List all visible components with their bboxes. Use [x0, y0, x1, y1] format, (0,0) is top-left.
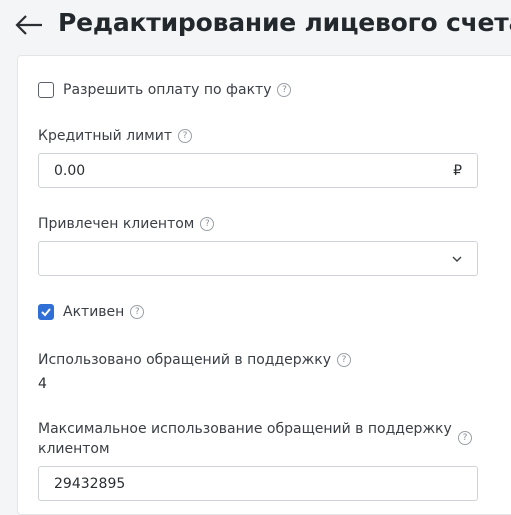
help-icon[interactable]: ?	[130, 305, 145, 319]
referred-by-select[interactable]	[38, 241, 478, 276]
referred-by-label: Привлечен клиентом	[38, 216, 195, 232]
back-button[interactable]	[14, 12, 44, 38]
allow-pay-on-fact-row: Разрешить оплату по факту ?	[38, 80, 292, 100]
form-card: Разрешить оплату по факту ? Кредитный ли…	[17, 55, 511, 515]
support-max-label: Максимальное использование обращений в п…	[38, 419, 458, 459]
active-label: Активен	[63, 304, 125, 320]
arrow-left-icon	[15, 15, 42, 35]
help-icon[interactable]: ?	[178, 129, 192, 143]
help-icon[interactable]: ?	[458, 431, 472, 445]
credit-limit-label: Кредитный лимит	[38, 128, 172, 144]
currency-suffix: ₽	[453, 162, 462, 179]
help-icon[interactable]: ?	[337, 353, 351, 367]
page-title: Редактирование лицевого счета -	[58, 8, 511, 37]
allow-pay-on-fact-label: Разрешить оплату по факту	[63, 82, 272, 98]
support-max-label-line1: Максимальное использование обращений в п…	[38, 421, 452, 437]
referred-by-label-row: Привлечен клиентом ?	[38, 214, 215, 234]
credit-limit-input[interactable]: 0.00 ₽	[38, 153, 478, 188]
page-header: Редактирование лицевого счета -	[0, 0, 511, 52]
help-icon[interactable]: ?	[277, 83, 292, 97]
credit-limit-label-row: Кредитный лимит ?	[38, 126, 192, 146]
active-row: Активен ?	[38, 302, 145, 322]
active-checkbox[interactable]	[38, 304, 54, 320]
credit-limit-value: 0.00	[54, 162, 86, 179]
allow-pay-on-fact-checkbox[interactable]	[38, 82, 54, 98]
help-icon[interactable]: ?	[200, 217, 215, 231]
support-max-input[interactable]: 29432895	[38, 466, 478, 501]
support-used-label-row: Использовано обращений в поддержку ?	[38, 350, 351, 370]
chevron-down-icon	[452, 256, 462, 262]
support-max-label-line2: клиентом	[38, 441, 110, 457]
support-used-value: 4	[38, 376, 47, 392]
support-max-value: 29432895	[54, 475, 126, 492]
support-used-label: Использовано обращений в поддержку	[38, 352, 331, 368]
check-icon	[41, 308, 51, 317]
